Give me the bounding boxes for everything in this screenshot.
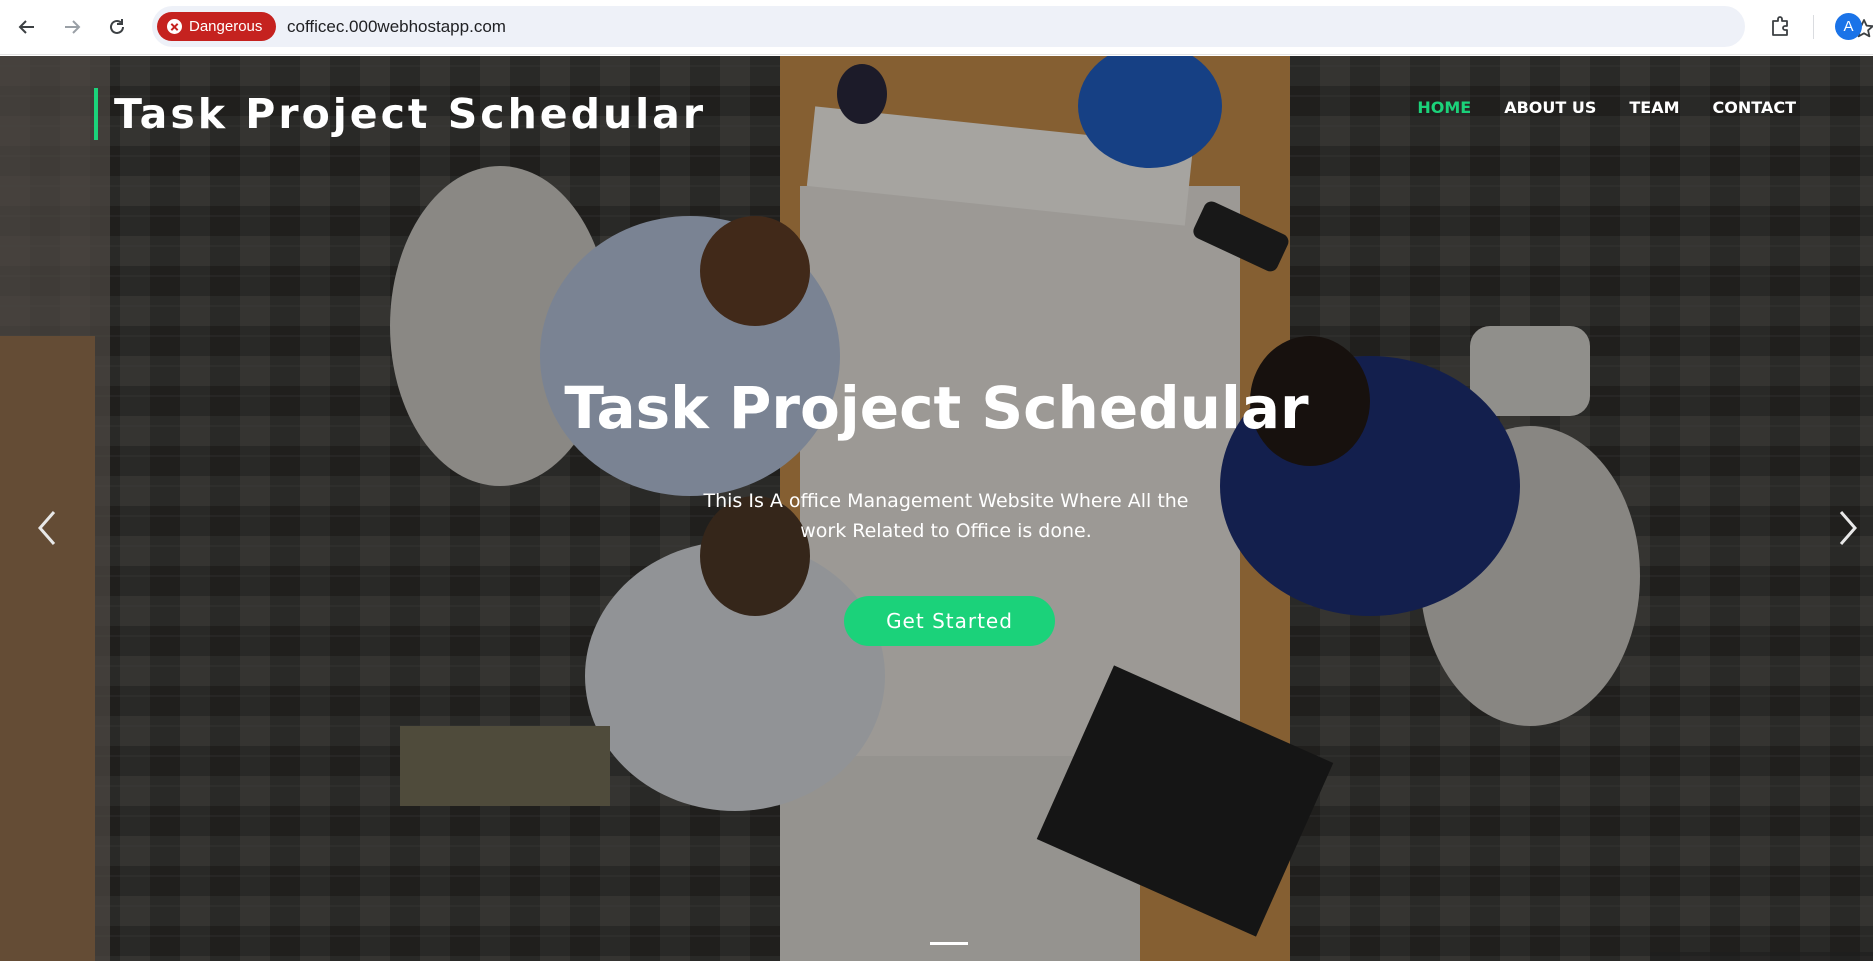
back-button[interactable]	[9, 9, 45, 45]
nav-about-us-link[interactable]: ABOUT US	[1504, 98, 1596, 117]
hero-section: Task Project Schedular HOME ABOUT US TEA…	[0, 56, 1873, 961]
security-warning-chip[interactable]: Dangerous	[157, 12, 277, 41]
forward-button[interactable]	[54, 9, 90, 45]
site-logo[interactable]: Task Project Schedular	[94, 88, 706, 140]
reload-icon	[110, 19, 124, 34]
nav-team-link[interactable]: TEAM	[1629, 98, 1679, 117]
puzzle-icon[interactable]	[1768, 13, 1794, 39]
arrow-left-icon	[18, 20, 34, 34]
security-label: Dangerous	[189, 18, 263, 35]
main-navigation: HOME ABOUT US TEAM CONTACT	[1417, 98, 1796, 117]
url-text[interactable]: cofficec.000webhostapp.com	[287, 17, 506, 37]
host-watermark-badge	[1650, 952, 1873, 961]
hero-subtitle: This Is A office Management Website Wher…	[703, 490, 1189, 542]
nav-contact-link[interactable]: CONTACT	[1713, 98, 1796, 117]
carousel-next-button[interactable]	[1833, 504, 1863, 552]
carousel-indicator-active[interactable]	[930, 942, 968, 945]
carousel-prev-button[interactable]	[32, 504, 62, 552]
nav-home-link[interactable]: HOME	[1417, 98, 1471, 117]
profile-avatar[interactable]: A	[1835, 13, 1862, 40]
browser-toolbar: Dangerous cofficec.000webhostapp.com A	[0, 0, 1873, 55]
toolbar-divider	[1813, 15, 1814, 39]
get-started-button[interactable]: Get Started	[844, 596, 1055, 646]
reload-button[interactable]	[99, 9, 135, 45]
hero-title: Task Project Schedular	[564, 374, 1309, 442]
x-circle-icon	[167, 19, 182, 34]
address-bar[interactable]: Dangerous cofficec.000webhostapp.com	[152, 6, 1873, 47]
chevron-right-icon	[1839, 511, 1857, 545]
chevron-left-icon	[38, 511, 56, 545]
arrow-right-icon	[65, 20, 81, 34]
